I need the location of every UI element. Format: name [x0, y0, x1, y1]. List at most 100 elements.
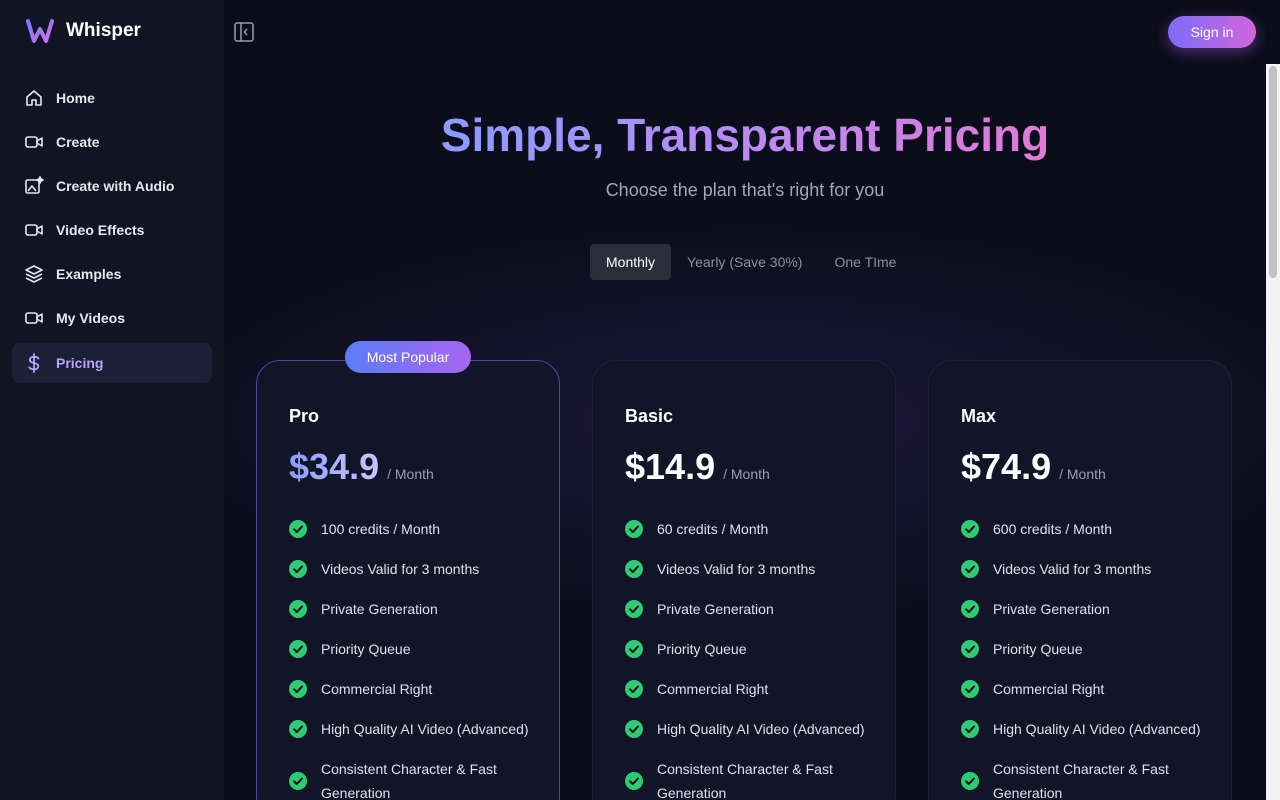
feature-text: Videos Valid for 3 months	[657, 561, 816, 577]
page-subtitle: Choose the plan that's right for you	[605, 180, 885, 200]
video-camera-icon	[24, 132, 44, 152]
feature-list: 60 credits / Month Videos Valid for 3 mon…	[625, 517, 875, 800]
feature-text: Videos Valid for 3 months	[321, 561, 480, 577]
feature-text: High Quality AI Video (Advanced)	[321, 721, 529, 737]
tab-one-time[interactable]: One TIme	[818, 244, 912, 280]
feature-item: Priority Queue	[289, 637, 539, 661]
tab-monthly[interactable]: Monthly	[590, 244, 672, 280]
check-circle-icon	[625, 520, 643, 538]
check-circle-icon	[289, 720, 307, 738]
check-circle-icon	[625, 772, 643, 790]
feature-text: Priority Queue	[321, 641, 411, 657]
tab-yearly[interactable]: Yearly (Save 30%)	[671, 244, 818, 280]
feature-text: Commercial Right	[657, 681, 769, 697]
check-circle-icon	[961, 640, 979, 658]
feature-text: Consistent Character & Fast Generation	[993, 761, 1169, 800]
collapse-sidebar-icon[interactable]	[234, 22, 254, 42]
image-sparkle-icon	[24, 176, 44, 196]
plan-price: $74.9	[961, 446, 1052, 487]
feature-item: Private Generation	[289, 597, 539, 621]
check-circle-icon	[961, 560, 979, 578]
feature-item: 600 credits / Month	[961, 517, 1211, 541]
feature-item: Private Generation	[625, 597, 875, 621]
scrollbar[interactable]	[1266, 64, 1280, 800]
feature-text: Private Generation	[657, 601, 774, 617]
feature-text: Commercial Right	[321, 681, 433, 697]
feature-text: High Quality AI Video (Advanced)	[993, 721, 1201, 737]
plan-name: Max	[961, 406, 997, 426]
sidebar-item-video-effects[interactable]: Video Effects	[12, 210, 212, 250]
plan-price: $14.9	[625, 446, 716, 487]
plan-card-pro: Most Popular Pro $34.9 / Month 100 credi…	[256, 341, 560, 800]
sidebar-item-pricing[interactable]: Pricing	[12, 343, 212, 383]
feature-text: Private Generation	[321, 601, 438, 617]
brand-name: Whisper	[66, 20, 141, 41]
billing-tabs: Monthly Yearly (Save 30%) One TIme	[590, 244, 912, 280]
feature-text: Videos Valid for 3 months	[993, 561, 1152, 577]
feature-text: Consistent Character & Fast Generation	[657, 761, 833, 800]
check-circle-icon	[625, 680, 643, 698]
layers-icon	[24, 264, 44, 284]
feature-text: Priority Queue	[993, 641, 1083, 657]
check-circle-icon	[961, 520, 979, 538]
feature-item: Priority Queue	[961, 637, 1211, 661]
sidebar-nav: Home Create Create with Audio Video Effe…	[12, 78, 212, 387]
check-circle-icon	[961, 680, 979, 698]
feature-text: 60 credits / Month	[657, 521, 769, 537]
feature-item: Commercial Right	[289, 677, 539, 701]
check-circle-icon	[625, 720, 643, 738]
sidebar-item-label: Create with Audio	[56, 178, 175, 194]
feature-item: Commercial Right	[961, 677, 1211, 701]
check-circle-icon	[625, 640, 643, 658]
feature-item: Videos Valid for 3 months	[961, 557, 1211, 581]
feature-list: 100 credits / Month Videos Valid for 3 mo…	[289, 517, 539, 800]
check-circle-icon	[289, 772, 307, 790]
feature-item: Consistent Character & Fast Generation	[961, 757, 1211, 800]
dollar-icon	[24, 353, 44, 373]
plan-name: Basic	[625, 406, 674, 426]
home-icon	[24, 88, 44, 108]
feature-item: Consistent Character & Fast Generation	[625, 757, 875, 800]
sidebar-item-my-videos[interactable]: My Videos	[12, 298, 212, 338]
page-title: Simple, Transparent Pricing	[440, 109, 1050, 161]
sign-in-button[interactable]: Sign in	[1168, 16, 1256, 48]
check-circle-icon	[961, 772, 979, 790]
feature-item: Videos Valid for 3 months	[289, 557, 539, 581]
whisper-logo-icon	[26, 19, 54, 43]
price-row: $34.9 / Month	[289, 446, 434, 488]
check-circle-icon	[625, 600, 643, 618]
feature-text: Priority Queue	[657, 641, 747, 657]
sidebar-item-label: My Videos	[56, 310, 125, 326]
check-circle-icon	[289, 600, 307, 618]
check-circle-icon	[961, 600, 979, 618]
check-circle-icon	[961, 720, 979, 738]
video-camera-icon	[24, 308, 44, 328]
price-row: $14.9 / Month	[625, 446, 770, 488]
plan-card-basic: Basic $14.9 / Month 60 credits / Month Vi…	[592, 360, 896, 800]
check-circle-icon	[289, 560, 307, 578]
sidebar-item-label: Pricing	[56, 355, 104, 371]
sidebar-item-label: Create	[56, 134, 100, 150]
check-circle-icon	[289, 680, 307, 698]
feature-item: High Quality AI Video (Advanced)	[625, 717, 875, 741]
feature-item: 100 credits / Month	[289, 517, 539, 541]
sidebar-item-create[interactable]: Create	[12, 122, 212, 162]
sidebar-item-label: Examples	[56, 266, 122, 282]
main-content: Sign in Simple, Transparent Pricing Choo…	[224, 0, 1280, 800]
feature-text: Commercial Right	[993, 681, 1105, 697]
feature-item: 60 credits / Month	[625, 517, 875, 541]
video-camera-icon	[24, 220, 44, 240]
check-circle-icon	[625, 560, 643, 578]
scrollbar-thumb[interactable]	[1269, 66, 1277, 278]
brand[interactable]: Whisper	[26, 17, 141, 45]
feature-list: 600 credits / Month Videos Valid for 3 mo…	[961, 517, 1211, 800]
sidebar-item-create-with-audio[interactable]: Create with Audio	[12, 166, 212, 206]
feature-item: Priority Queue	[625, 637, 875, 661]
feature-text: Consistent Character & Fast Generation	[321, 761, 497, 800]
sidebar: Whisper Home Create Create with Audio Vi…	[0, 0, 224, 800]
feature-item: Videos Valid for 3 months	[625, 557, 875, 581]
check-circle-icon	[289, 520, 307, 538]
sidebar-item-examples[interactable]: Examples	[12, 254, 212, 294]
sidebar-item-home[interactable]: Home	[12, 78, 212, 118]
plan-period: / Month	[723, 466, 770, 482]
